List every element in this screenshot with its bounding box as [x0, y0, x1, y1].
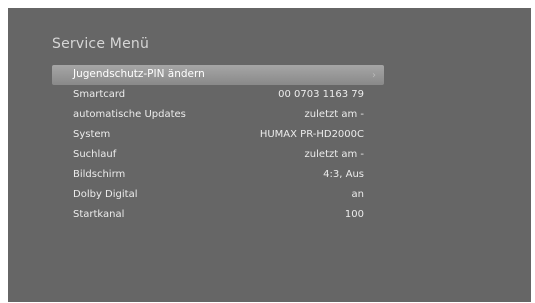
- menu-item-startkanal[interactable]: Startkanal 100: [52, 205, 384, 225]
- menu-item-label: Suchlauf: [73, 149, 117, 160]
- menu-item-automatische-updates[interactable]: automatische Updates zuletzt am -: [52, 105, 384, 125]
- menu-item-value: 4:3, Aus: [323, 169, 364, 180]
- service-menu-list: Jugendschutz-PIN ändern › Smartcard 00 0…: [52, 65, 384, 225]
- menu-title: Service Menü: [52, 36, 150, 52]
- menu-item-suchlauf[interactable]: Suchlauf zuletzt am -: [52, 145, 384, 165]
- tv-screen: Service Menü Jugendschutz-PIN ändern › S…: [8, 8, 531, 302]
- menu-item-value: HUMAX PR-HD2000C: [259, 129, 364, 140]
- menu-item-label: Jugendschutz-PIN ändern: [73, 68, 205, 80]
- menu-item-label: Smartcard: [73, 89, 126, 100]
- menu-item-system[interactable]: System HUMAX PR-HD2000C: [52, 125, 384, 145]
- menu-item-value: 100: [344, 209, 364, 220]
- menu-item-label: System: [73, 129, 111, 140]
- menu-item-label: Bildschirm: [73, 169, 126, 180]
- menu-item-value: zuletzt am -: [304, 109, 364, 120]
- menu-item-label: automatische Updates: [73, 109, 186, 120]
- menu-item-value: an: [351, 189, 364, 200]
- menu-item-label: Dolby Digital: [73, 189, 138, 200]
- chevron-right-icon: ›: [372, 70, 376, 81]
- menu-item-value: 00 0703 1163 79: [278, 89, 364, 100]
- menu-item-value: zuletzt am -: [304, 149, 364, 160]
- menu-item-jugendschutz-pin[interactable]: Jugendschutz-PIN ändern ›: [52, 65, 384, 85]
- menu-item-label: Startkanal: [73, 209, 125, 220]
- menu-item-smartcard[interactable]: Smartcard 00 0703 1163 79: [52, 85, 384, 105]
- menu-item-dolby-digital[interactable]: Dolby Digital an: [52, 185, 384, 205]
- menu-item-bildschirm[interactable]: Bildschirm 4:3, Aus: [52, 165, 384, 185]
